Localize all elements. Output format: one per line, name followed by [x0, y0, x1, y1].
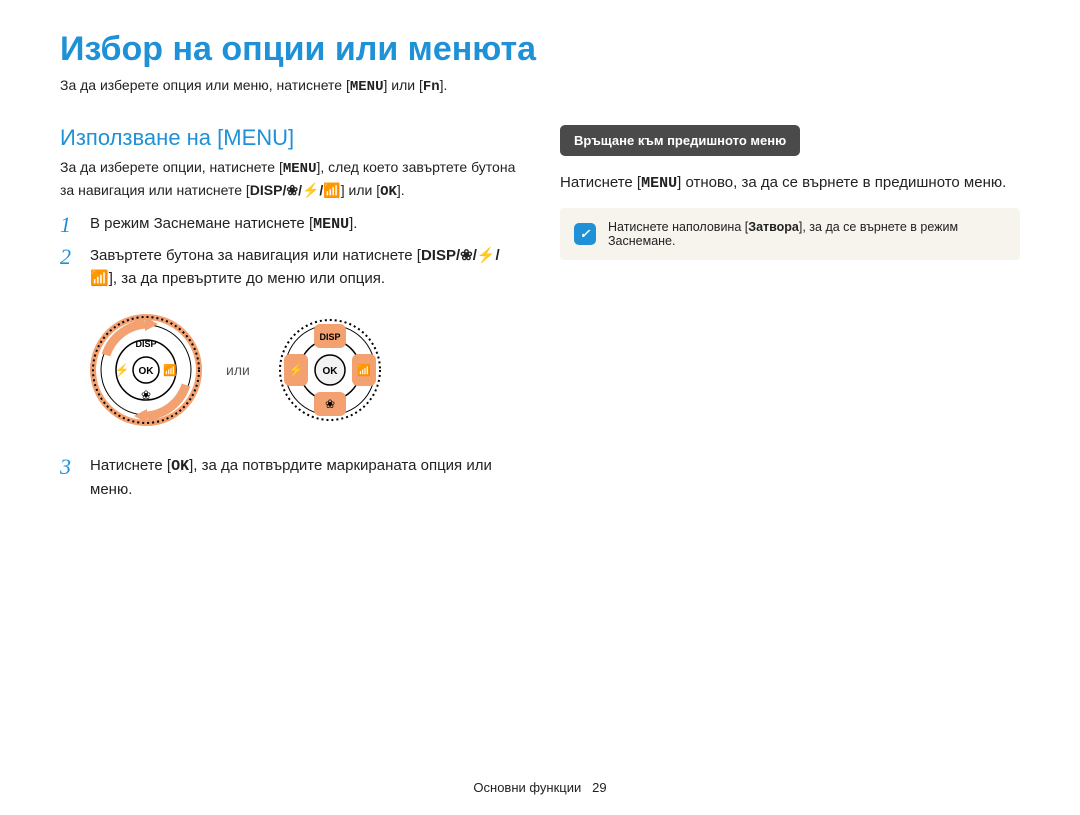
step-3: 3 Натиснете [OK], за да потвърдите марки…: [60, 455, 520, 501]
body-part: Натиснете [: [560, 174, 641, 191]
page-title: Избор на опции или менюта: [60, 30, 1020, 69]
svg-text:DISP: DISP: [135, 339, 156, 349]
intro-text: За да изберете опция или меню, натиснете…: [60, 77, 1020, 95]
left-column: Използване на [MENU] За да изберете опци…: [60, 125, 520, 509]
menu-glyph: MENU: [313, 216, 349, 233]
disp-nav-icons: DISP/❀/⚡/📶: [250, 182, 341, 198]
svg-text:OK: OK: [139, 366, 155, 377]
page-container: Избор на опции или менюта За да изберете…: [0, 0, 1080, 815]
right-body: Натиснете [MENU] отново, за да се върнет…: [560, 172, 1020, 196]
desc-part: ] или [: [341, 182, 380, 198]
svg-text:⚡: ⚡: [288, 363, 303, 377]
svg-text:OK: OK: [322, 366, 338, 377]
svg-text:📶: 📶: [357, 364, 371, 377]
info-icon: ✓: [574, 223, 596, 245]
figure-dials: DISP OK ⚡ 📶 ❀ или: [86, 310, 520, 430]
step-number: 2: [60, 245, 76, 290]
step-part: В режим Заснемане натиснете [: [90, 215, 313, 232]
fn-glyph: Fn: [423, 79, 440, 95]
menu-glyph: MENU: [350, 79, 384, 95]
return-heading-pill: Връщане към предишното меню: [560, 125, 800, 156]
intro-part: ] или [: [383, 77, 422, 93]
note-text: Натиснете наполовина [Затвора], за да се…: [608, 220, 1006, 248]
desc-part: За да изберете опции, натиснете [: [60, 159, 283, 175]
right-column: Връщане към предишното меню Натиснете [M…: [560, 125, 1020, 509]
step-body: Завъртете бутона за навигация или натисн…: [90, 245, 520, 290]
figure-separator: или: [226, 362, 250, 378]
two-column-layout: Използване на [MENU] За да изберете опци…: [60, 125, 1020, 509]
footer-section: Основни функции: [473, 780, 581, 795]
footer-page-number: 29: [592, 780, 606, 795]
ok-glyph: OK: [380, 184, 397, 200]
page-footer: Основни функции 29: [0, 780, 1080, 795]
step-2: 2 Завъртете бутона за навигация или нати…: [60, 245, 520, 290]
svg-text:❀: ❀: [325, 397, 335, 411]
step-1: 1 В режим Заснемане натиснете [MENU].: [60, 213, 520, 237]
rotate-dial-icon: DISP OK ⚡ 📶 ❀: [86, 310, 206, 430]
step-body: Натиснете [OK], за да потвърдите маркира…: [90, 455, 520, 501]
desc-part: ].: [397, 182, 405, 198]
step-number: 3: [60, 455, 76, 501]
svg-text:⚡: ⚡: [115, 363, 130, 377]
svg-text:❀: ❀: [141, 388, 151, 402]
intro-part: За да изберете опция или меню, натиснете…: [60, 77, 350, 93]
press-dial-icon: DISP OK ⚡ 📶 ❀: [270, 310, 390, 430]
body-part: ] отново, за да се върнете в предишното …: [677, 174, 1006, 191]
step-part: Завъртете бутона за навигация или натисн…: [90, 247, 421, 264]
step-body: В режим Заснемане натиснете [MENU].: [90, 213, 520, 237]
step-part: ].: [349, 215, 357, 232]
menu-glyph: MENU: [283, 161, 317, 177]
svg-text:📶: 📶: [163, 364, 177, 377]
note-bold: Затвора: [748, 220, 799, 234]
ok-glyph: OK: [171, 458, 189, 475]
step-part: Натиснете [: [90, 457, 171, 474]
step-number: 1: [60, 213, 76, 237]
info-note: ✓ Натиснете наполовина [Затвора], за да …: [560, 208, 1020, 260]
left-description: За да изберете опции, натиснете [MENU], …: [60, 157, 520, 203]
step-part: ], за да превъртите до меню или опция.: [109, 270, 385, 287]
note-part: Натиснете наполовина [: [608, 220, 748, 234]
menu-glyph: MENU: [641, 175, 677, 192]
subheading-using-menu: Използване на [MENU]: [60, 125, 520, 151]
svg-text:DISP: DISP: [319, 332, 340, 342]
intro-part: ].: [440, 77, 448, 93]
